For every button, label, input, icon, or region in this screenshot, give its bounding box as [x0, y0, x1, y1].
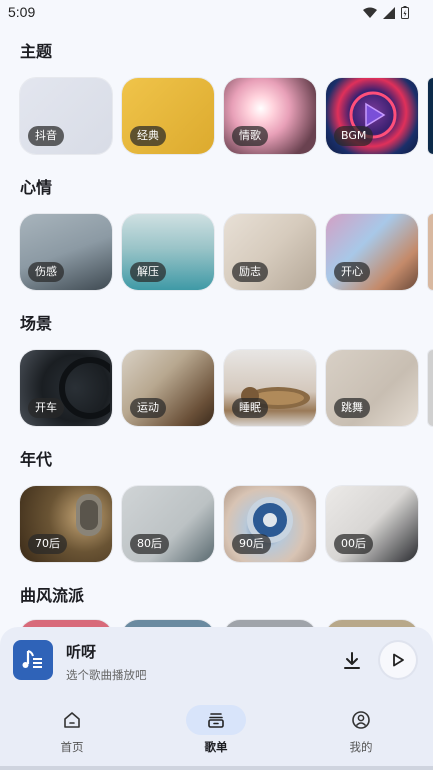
playlist-card[interactable]: 80后 [122, 486, 214, 562]
card-label: 励志 [232, 262, 268, 282]
download-icon [344, 652, 360, 669]
album-cover[interactable] [13, 640, 53, 680]
microphone-graphic [76, 494, 102, 536]
card-label: 80后 [130, 534, 169, 554]
card-row-scene: 开车 运动 睡眠 跳舞 [20, 350, 433, 426]
status-icons [363, 6, 409, 19]
card-label: 运动 [130, 398, 166, 418]
nav-icon-container [331, 705, 391, 735]
nav-label: 歌单 [204, 740, 228, 754]
card-label: 90后 [232, 534, 271, 554]
playlist-icon [208, 713, 224, 728]
section-title-genre: 曲风流派 [20, 586, 85, 605]
status-time: 5:09 [8, 4, 36, 20]
section-title-mood: 心情 [20, 178, 53, 197]
battery-icon [401, 6, 409, 19]
nav-label: 首页 [60, 740, 84, 754]
playlist-card[interactable]: 抖音 [20, 78, 112, 154]
signal-icon [383, 6, 395, 19]
playlist-card[interactable]: BGM [326, 78, 418, 154]
playlist-card[interactable]: 70后 [20, 486, 112, 562]
card-row-era: 70后 80后 90后 00后 [20, 486, 418, 562]
card-row-mood: 伤感 解压 励志 开心 [20, 214, 433, 290]
playlist-card-peek[interactable] [428, 350, 433, 426]
nav-label: 我的 [349, 740, 373, 754]
playlist-card[interactable]: 90后 [224, 486, 316, 562]
gesture-bar [0, 766, 433, 770]
playlist-card-peek[interactable] [428, 214, 433, 290]
card-label: 情歌 [232, 126, 268, 146]
card-label: 00后 [334, 534, 373, 554]
nav-icon-container [186, 705, 246, 735]
playlist-card[interactable]: 励志 [224, 214, 316, 290]
status-bar: 5:09 [0, 0, 433, 26]
section-title-era: 年代 [20, 450, 53, 469]
play-icon [393, 653, 404, 667]
card-label: BGM [334, 126, 374, 146]
nav-profile[interactable]: 我的 [316, 705, 406, 755]
playlist-card[interactable]: 情歌 [224, 78, 316, 154]
nav-home[interactable]: 首页 [27, 705, 117, 755]
card-label: 70后 [28, 534, 67, 554]
mini-player: 听呀 选个歌曲播放吧 首页 歌单 我的 [0, 627, 433, 770]
playlist-card[interactable]: 开车 [20, 350, 112, 426]
nav-icon-container [42, 705, 102, 735]
song-subtitle: 选个歌曲播放吧 [66, 668, 147, 682]
card-label: 经典 [130, 126, 166, 146]
playlist-card[interactable]: 运动 [122, 350, 214, 426]
card-label: 抖音 [28, 126, 64, 146]
bottom-nav: 首页 歌单 我的 [0, 705, 433, 765]
play-button[interactable] [380, 642, 416, 678]
playlist-card[interactable]: 睡眠 [224, 350, 316, 426]
card-label: 解压 [130, 262, 166, 282]
card-row-theme: 抖音 经典 情歌 BGM [20, 78, 433, 154]
card-label: 开车 [28, 398, 64, 418]
download-button[interactable] [340, 649, 364, 673]
wifi-icon [363, 7, 377, 18]
user-icon [352, 711, 370, 729]
card-label: 伤感 [28, 262, 64, 282]
section-title-theme: 主题 [20, 42, 53, 61]
playlist-card[interactable]: 开心 [326, 214, 418, 290]
song-title: 听呀 [66, 643, 97, 661]
music-note-icon [22, 650, 42, 668]
playlist-card-peek[interactable] [428, 78, 433, 154]
card-label: 开心 [334, 262, 370, 282]
playlist-card[interactable]: 跳舞 [326, 350, 418, 426]
nav-playlist[interactable]: 歌单 [171, 705, 261, 755]
card-label: 睡眠 [232, 398, 268, 418]
home-icon [64, 712, 80, 728]
playlist-card[interactable]: 解压 [122, 214, 214, 290]
card-label: 跳舞 [334, 398, 370, 418]
playlist-card[interactable]: 00后 [326, 486, 418, 562]
section-title-scene: 场景 [20, 314, 53, 333]
playlist-card[interactable]: 经典 [122, 78, 214, 154]
playlist-card[interactable]: 伤感 [20, 214, 112, 290]
